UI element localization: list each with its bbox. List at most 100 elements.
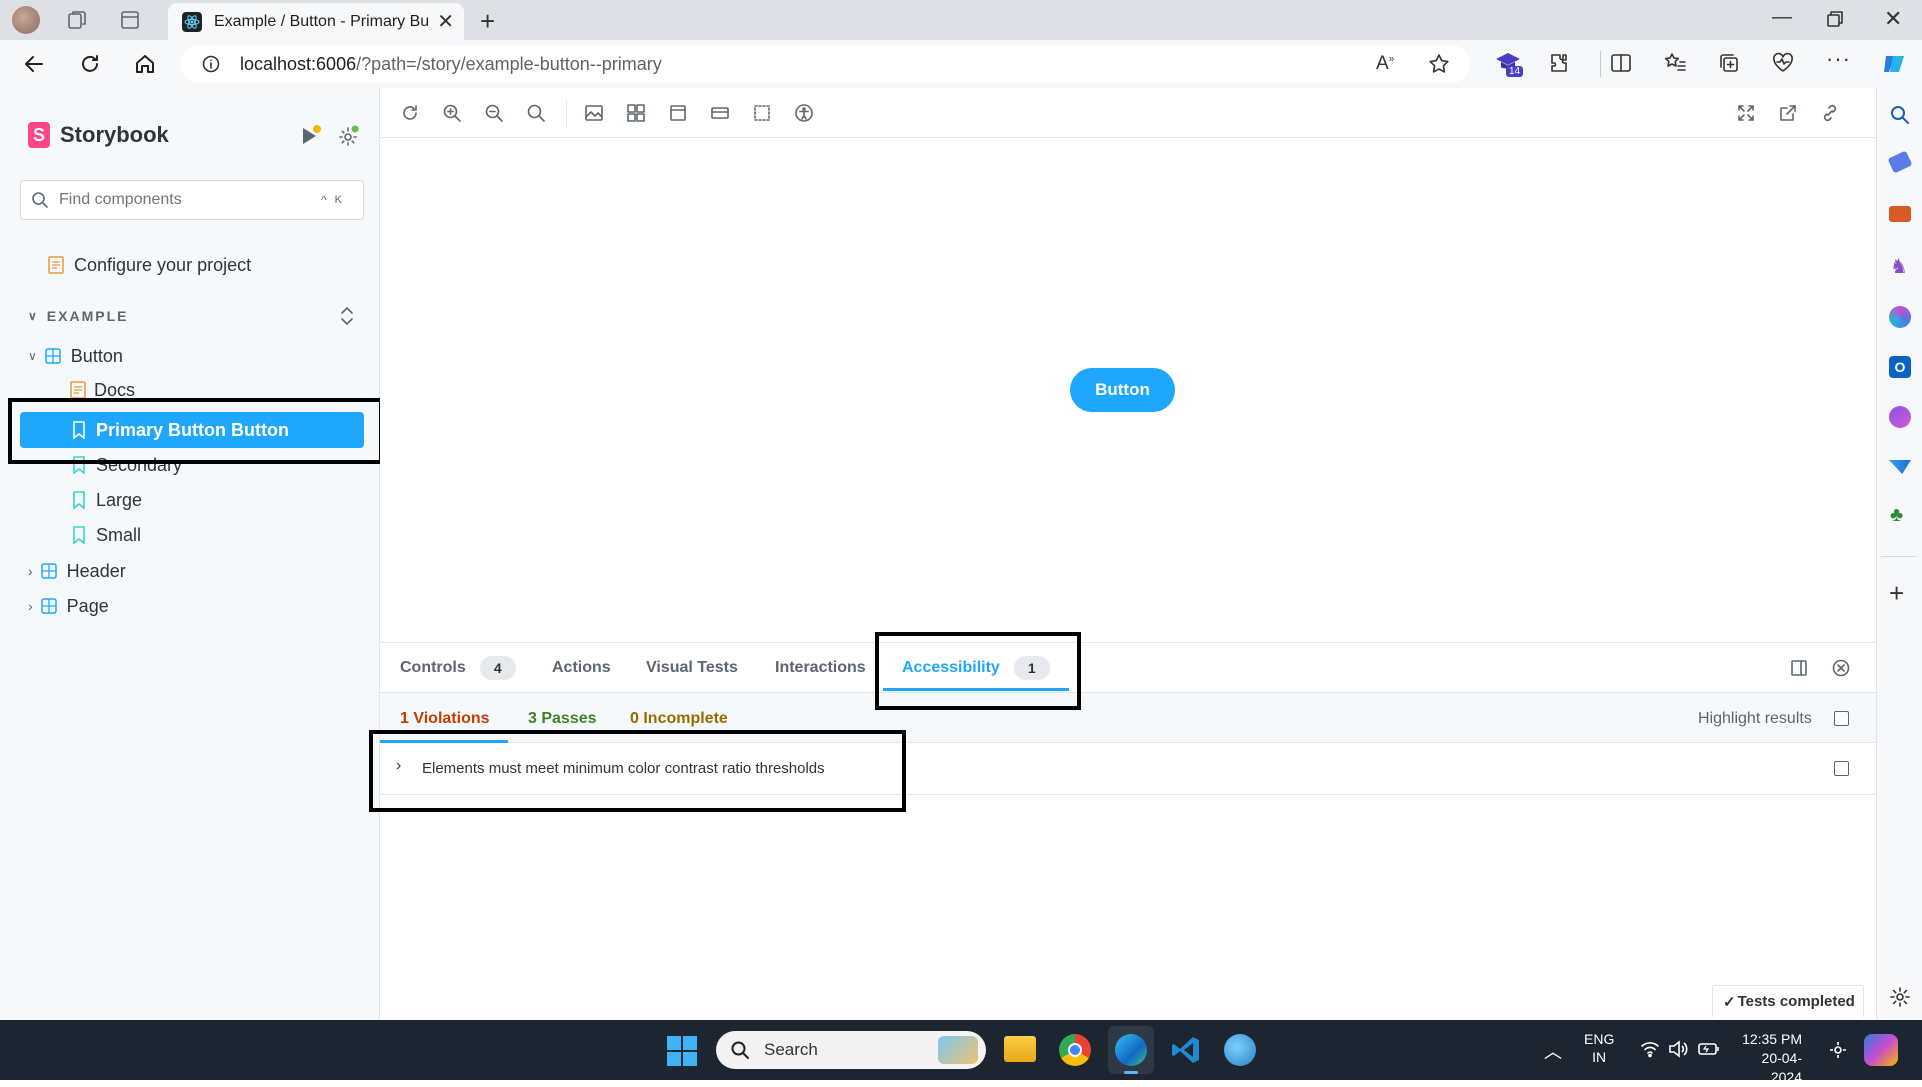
more-options-icon[interactable]: ··· (1826, 46, 1851, 72)
close-window-icon[interactable]: ✕ (1884, 6, 1902, 32)
group-example-header[interactable]: ∨ EXAMPLE (0, 299, 380, 333)
split-screen-icon[interactable] (1610, 52, 1632, 74)
vertical-tabs-icon[interactable] (119, 9, 141, 31)
grid-icon[interactable] (626, 103, 646, 123)
wifi-icon[interactable] (1640, 1040, 1660, 1058)
storybook-logo[interactable]: S Storybook (28, 122, 169, 148)
tab-visual-tests[interactable]: Visual Tests (646, 659, 738, 677)
back-icon[interactable] (22, 52, 46, 76)
restore-window-icon[interactable] (1826, 10, 1844, 28)
chevron-down-icon: ∨ (28, 309, 39, 323)
taskbar-search-box[interactable]: Search (716, 1031, 986, 1069)
open-new-tab-icon[interactable] (1778, 103, 1798, 123)
sidebar-settings-icon[interactable] (1889, 986, 1911, 1008)
search-input[interactable] (59, 191, 319, 209)
highlight-results-label: Highlight results (1698, 710, 1812, 727)
zoom-reset-icon[interactable] (526, 103, 546, 123)
site-info-icon[interactable] (202, 55, 220, 73)
tree-component-button[interactable]: ∨ Button (0, 339, 380, 373)
extensions-puzzle-icon[interactable] (1548, 52, 1570, 74)
tab-actions[interactable]: Actions (552, 659, 611, 677)
whats-new-icon[interactable] (298, 124, 322, 148)
react-favicon-icon (182, 11, 202, 32)
outline-icon[interactable] (752, 103, 772, 123)
sidebar-search-icon[interactable] (1889, 104, 1911, 126)
zoom-in-icon[interactable] (442, 103, 462, 123)
zoom-out-icon[interactable] (484, 103, 504, 123)
add-sidebar-app-icon[interactable]: + (1889, 578, 1904, 609)
panel-orientation-icon[interactable] (1790, 659, 1808, 677)
chrome-icon[interactable] (1059, 1034, 1091, 1066)
chevron-right-icon: › (28, 563, 33, 579)
tree-component-page[interactable]: › Page (0, 589, 380, 623)
brand-name: Storybook (60, 122, 169, 147)
battery-icon[interactable] (1698, 1042, 1720, 1056)
tab-interactions[interactable]: Interactions (775, 659, 866, 677)
refresh-icon[interactable] (78, 52, 102, 76)
subtab-passes[interactable]: 3 Passes (528, 710, 597, 728)
active-browser-tab[interactable]: Example / Button - Primary Butto ✕ (168, 3, 464, 40)
drop-send-icon[interactable] (1889, 460, 1911, 474)
search-icon (731, 1041, 749, 1059)
tab-controls[interactable]: Controls 4 (400, 656, 516, 680)
background-image-icon[interactable] (584, 103, 604, 123)
close-tab-icon[interactable]: ✕ (437, 9, 454, 34)
extension-graduation-icon[interactable]: 14 (1494, 50, 1524, 78)
storybook-logo-icon: S (28, 122, 50, 148)
new-tab-icon[interactable]: + (480, 6, 495, 37)
tab-count-badge: 4 (479, 656, 516, 680)
close-panel-icon[interactable] (1832, 659, 1850, 677)
viewport-icon[interactable] (668, 103, 688, 123)
settings-gear-icon[interactable] (336, 124, 360, 148)
subtab-incomplete[interactable]: 0 Incomplete (630, 710, 728, 728)
show-hidden-icons[interactable]: ︿ (1544, 1038, 1562, 1064)
read-aloud-icon[interactable]: A» (1376, 53, 1394, 75)
find-components-search[interactable]: ^ K (20, 180, 364, 220)
preview-primary-button[interactable]: Button (1070, 368, 1175, 412)
windows-taskbar: Search ︿ ENG IN 12:35 PM 20-04-2024 (0, 1020, 1922, 1085)
accessibility-vision-icon[interactable] (794, 103, 814, 123)
minimize-window-icon[interactable]: — (1772, 6, 1792, 29)
home-icon[interactable] (133, 52, 157, 76)
measure-icon[interactable] (710, 103, 730, 123)
address-bar[interactable]: localhost:6006/?path=/story/example-butt… (180, 45, 1470, 83)
favorites-list-icon[interactable] (1664, 52, 1686, 74)
highlight-results-checkbox[interactable] (1834, 711, 1849, 726)
tools-briefcase-icon[interactable] (1889, 206, 1911, 222)
microsoft-365-icon[interactable] (1889, 306, 1911, 328)
focus-settings-icon[interactable] (1828, 1040, 1848, 1060)
copilot-taskbar-icon[interactable] (1864, 1034, 1898, 1066)
file-explorer-icon[interactable] (1004, 1036, 1036, 1062)
language-indicator[interactable]: ENG IN (1584, 1030, 1614, 1066)
edge-taskbar-active[interactable] (1108, 1026, 1154, 1074)
clock[interactable]: 12:35 PM 20-04-2024 (1738, 1030, 1802, 1087)
configure-project-link[interactable]: Configure your project (0, 248, 380, 282)
volume-icon[interactable] (1668, 1040, 1688, 1058)
browser-essentials-icon[interactable] (1772, 52, 1794, 74)
remount-icon[interactable] (400, 103, 420, 123)
tree-component-header[interactable]: › Header (0, 554, 380, 588)
app-globe-icon[interactable] (1224, 1034, 1256, 1066)
expand-collapse-icon[interactable] (340, 305, 354, 327)
windows-start-icon[interactable] (667, 1036, 697, 1066)
profile-avatar[interactable] (12, 6, 40, 34)
designer-icon[interactable] (1889, 406, 1911, 428)
games-chess-icon[interactable]: ♞ (1890, 254, 1908, 279)
copy-link-icon[interactable] (1820, 103, 1840, 123)
copilot-icon[interactable] (1880, 50, 1908, 78)
collections-icon[interactable] (1718, 52, 1740, 74)
tree-story-small[interactable]: Small (0, 518, 380, 552)
subtab-violations[interactable]: 1 Violations (400, 710, 490, 728)
violation-highlight-checkbox[interactable] (1834, 761, 1849, 776)
tree-icon[interactable]: ♣ (1890, 504, 1903, 527)
annotation-box-accessibility-tab (875, 632, 1081, 710)
favorite-star-icon[interactable] (1428, 53, 1450, 75)
tree-item-label: Header (66, 560, 126, 581)
tree-story-large[interactable]: Large (0, 483, 380, 517)
fullscreen-icon[interactable] (1736, 103, 1756, 123)
vscode-icon[interactable] (1170, 1034, 1202, 1066)
workspaces-icon[interactable] (66, 9, 88, 31)
outlook-icon[interactable]: O (1889, 356, 1911, 378)
shopping-tag-icon[interactable] (1887, 150, 1913, 174)
browser-toolbar: localhost:6006/?path=/story/example-butt… (0, 40, 1922, 88)
